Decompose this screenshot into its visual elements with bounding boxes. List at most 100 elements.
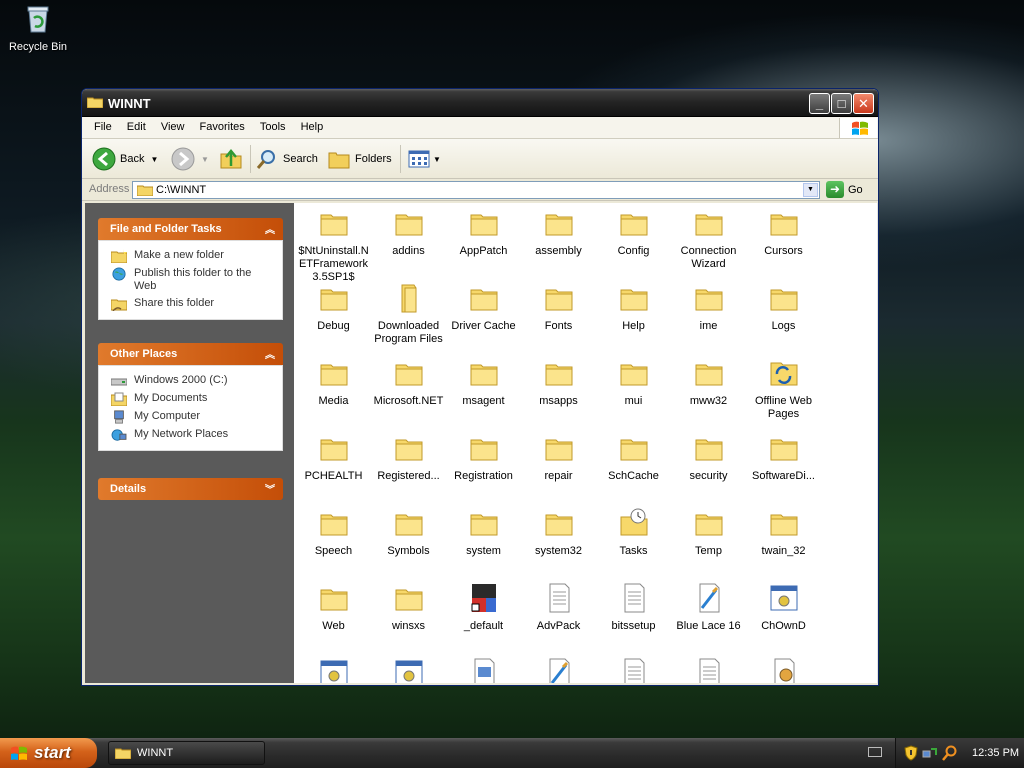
file-item[interactable]: Speech bbox=[296, 503, 371, 558]
file-item[interactable]: assembly bbox=[521, 203, 596, 258]
file-item[interactable]: Debug bbox=[296, 278, 371, 333]
file-item[interactable]: Help bbox=[596, 278, 671, 333]
file-item[interactable]: Driver Cache bbox=[446, 278, 521, 333]
file-item[interactable]: PCHEALTH bbox=[296, 428, 371, 483]
file-item[interactable] bbox=[746, 653, 821, 683]
menu-view[interactable]: View bbox=[155, 117, 191, 133]
clock[interactable]: 12:35 PM bbox=[972, 747, 1019, 759]
file-item[interactable]: SchCache bbox=[596, 428, 671, 483]
file-item[interactable] bbox=[671, 653, 746, 683]
forward-button[interactable]: ▼ bbox=[171, 147, 209, 171]
recycle-bin[interactable]: Recycle Bin bbox=[6, 4, 70, 53]
back-button[interactable]: Back ▼ bbox=[92, 147, 158, 171]
file-item[interactable]: msapps bbox=[521, 353, 596, 408]
security-shield-icon[interactable] bbox=[904, 745, 918, 761]
file-item[interactable]: Media bbox=[296, 353, 371, 408]
start-button[interactable]: start bbox=[0, 738, 97, 768]
file-folder-tasks-header[interactable]: File and Folder Tasks ︽ bbox=[98, 218, 283, 240]
file-item[interactable]: Config bbox=[596, 203, 671, 258]
file-item[interactable]: Fonts bbox=[521, 278, 596, 333]
file-item[interactable]: twain_32 bbox=[746, 503, 821, 558]
chevron-down-icon[interactable]: ▼ bbox=[201, 155, 209, 164]
scroll-thumb[interactable] bbox=[878, 221, 879, 359]
menu-edit[interactable]: Edit bbox=[121, 117, 152, 133]
file-item[interactable]: system32 bbox=[521, 503, 596, 558]
minimize-button[interactable]: _ bbox=[809, 93, 830, 114]
title-bar[interactable]: WINNT _ □ ✕ bbox=[82, 89, 878, 117]
place-my-computer[interactable]: My Computer bbox=[111, 410, 276, 424]
file-item[interactable]: addins bbox=[371, 203, 446, 258]
new-folder-icon bbox=[111, 249, 127, 263]
vertical-scrollbar[interactable]: ▲ ▼ bbox=[877, 203, 879, 683]
file-item[interactable]: ime bbox=[671, 278, 746, 333]
collapse-icon[interactable]: ︽ bbox=[265, 346, 275, 361]
maximize-button[interactable]: □ bbox=[831, 93, 852, 114]
file-item[interactable]: Registration bbox=[446, 428, 521, 483]
menu-tools[interactable]: Tools bbox=[254, 117, 292, 133]
file-item[interactable]: Web bbox=[296, 578, 371, 633]
file-item[interactable] bbox=[446, 653, 521, 683]
file-item[interactable]: system bbox=[446, 503, 521, 558]
file-item-label: Temp bbox=[695, 545, 722, 557]
place-windows-2000-drive[interactable]: Windows 2000 (C:) bbox=[111, 374, 276, 388]
file-item[interactable] bbox=[521, 653, 596, 683]
menu-help[interactable]: Help bbox=[295, 117, 330, 133]
close-button[interactable]: ✕ bbox=[853, 93, 874, 114]
keyboard-icon[interactable] bbox=[868, 747, 882, 757]
place-my-network-places[interactable]: My Network Places bbox=[111, 428, 276, 442]
file-item[interactable]: Logs bbox=[746, 278, 821, 333]
file-item[interactable]: Connection Wizard bbox=[671, 203, 746, 271]
taskbar-button-winnt[interactable]: WINNT bbox=[108, 741, 265, 765]
file-item[interactable]: winsxs bbox=[371, 578, 446, 633]
chevron-down-icon[interactable]: ▼ bbox=[150, 155, 158, 164]
search-icon[interactable] bbox=[942, 745, 958, 761]
file-item[interactable] bbox=[596, 653, 671, 683]
file-item[interactable]: Symbols bbox=[371, 503, 446, 558]
file-item[interactable]: mui bbox=[596, 353, 671, 408]
task-make-new-folder[interactable]: Make a new folder bbox=[111, 249, 276, 263]
file-item[interactable]: Tasks bbox=[596, 503, 671, 558]
file-item[interactable]: Microsoft.NET bbox=[371, 353, 446, 408]
search-icon bbox=[256, 150, 275, 169]
up-folder-button[interactable] bbox=[220, 147, 242, 171]
file-item[interactable]: AdvPack bbox=[521, 578, 596, 633]
file-item[interactable] bbox=[296, 653, 371, 683]
place-my-documents[interactable]: My Documents bbox=[111, 392, 276, 406]
details-header[interactable]: Details ︾ bbox=[98, 478, 283, 500]
search-button[interactable]: Search bbox=[256, 147, 318, 171]
file-item[interactable] bbox=[371, 653, 446, 683]
file-item[interactable]: Temp bbox=[671, 503, 746, 558]
other-places-header[interactable]: Other Places ︽ bbox=[98, 343, 283, 365]
scroll-up-button[interactable]: ▲ bbox=[878, 204, 879, 220]
file-item[interactable]: msagent bbox=[446, 353, 521, 408]
menu-file[interactable]: File bbox=[88, 117, 118, 133]
task-publish-folder[interactable]: Publish this folder to the Web bbox=[111, 267, 276, 293]
file-item[interactable]: Downloaded Program Files bbox=[371, 278, 446, 346]
file-item[interactable]: Blue Lace 16 bbox=[671, 578, 746, 633]
file-item[interactable]: $NtUninstall.NETFramework3.5SP1$ bbox=[296, 203, 371, 284]
expand-icon[interactable]: ︾ bbox=[265, 481, 275, 496]
file-item[interactable]: _default bbox=[446, 578, 521, 633]
file-item[interactable]: SoftwareDi... bbox=[746, 428, 821, 483]
file-item[interactable]: AppPatch bbox=[446, 203, 521, 258]
views-button[interactable]: ▼ bbox=[408, 147, 441, 171]
file-item[interactable]: repair bbox=[521, 428, 596, 483]
menu-favorites[interactable]: Favorites bbox=[194, 117, 251, 133]
collapse-icon[interactable]: ︽ bbox=[265, 221, 275, 236]
file-item[interactable]: bitssetup bbox=[596, 578, 671, 633]
file-item[interactable]: Offline Web Pages bbox=[746, 353, 821, 421]
folders-button[interactable]: Folders bbox=[328, 147, 392, 171]
go-button[interactable]: ➜ Go bbox=[826, 181, 863, 198]
address-dropdown-button[interactable]: ▼ bbox=[803, 183, 818, 197]
network-connection-icon[interactable] bbox=[922, 745, 938, 761]
file-item[interactable]: Cursors bbox=[746, 203, 821, 258]
file-item[interactable]: mww32 bbox=[671, 353, 746, 408]
address-input[interactable]: C:\WINNT ▼ bbox=[132, 181, 820, 199]
task-share-folder[interactable]: Share this folder bbox=[111, 297, 276, 311]
file-item[interactable]: security bbox=[671, 428, 746, 483]
chevron-down-icon[interactable]: ▼ bbox=[433, 155, 441, 164]
file-item[interactable]: Registered... bbox=[371, 428, 446, 483]
scroll-down-button[interactable]: ▼ bbox=[878, 665, 879, 681]
file-item[interactable]: ChOwnD bbox=[746, 578, 821, 633]
file-item-label: mww32 bbox=[689, 395, 728, 407]
